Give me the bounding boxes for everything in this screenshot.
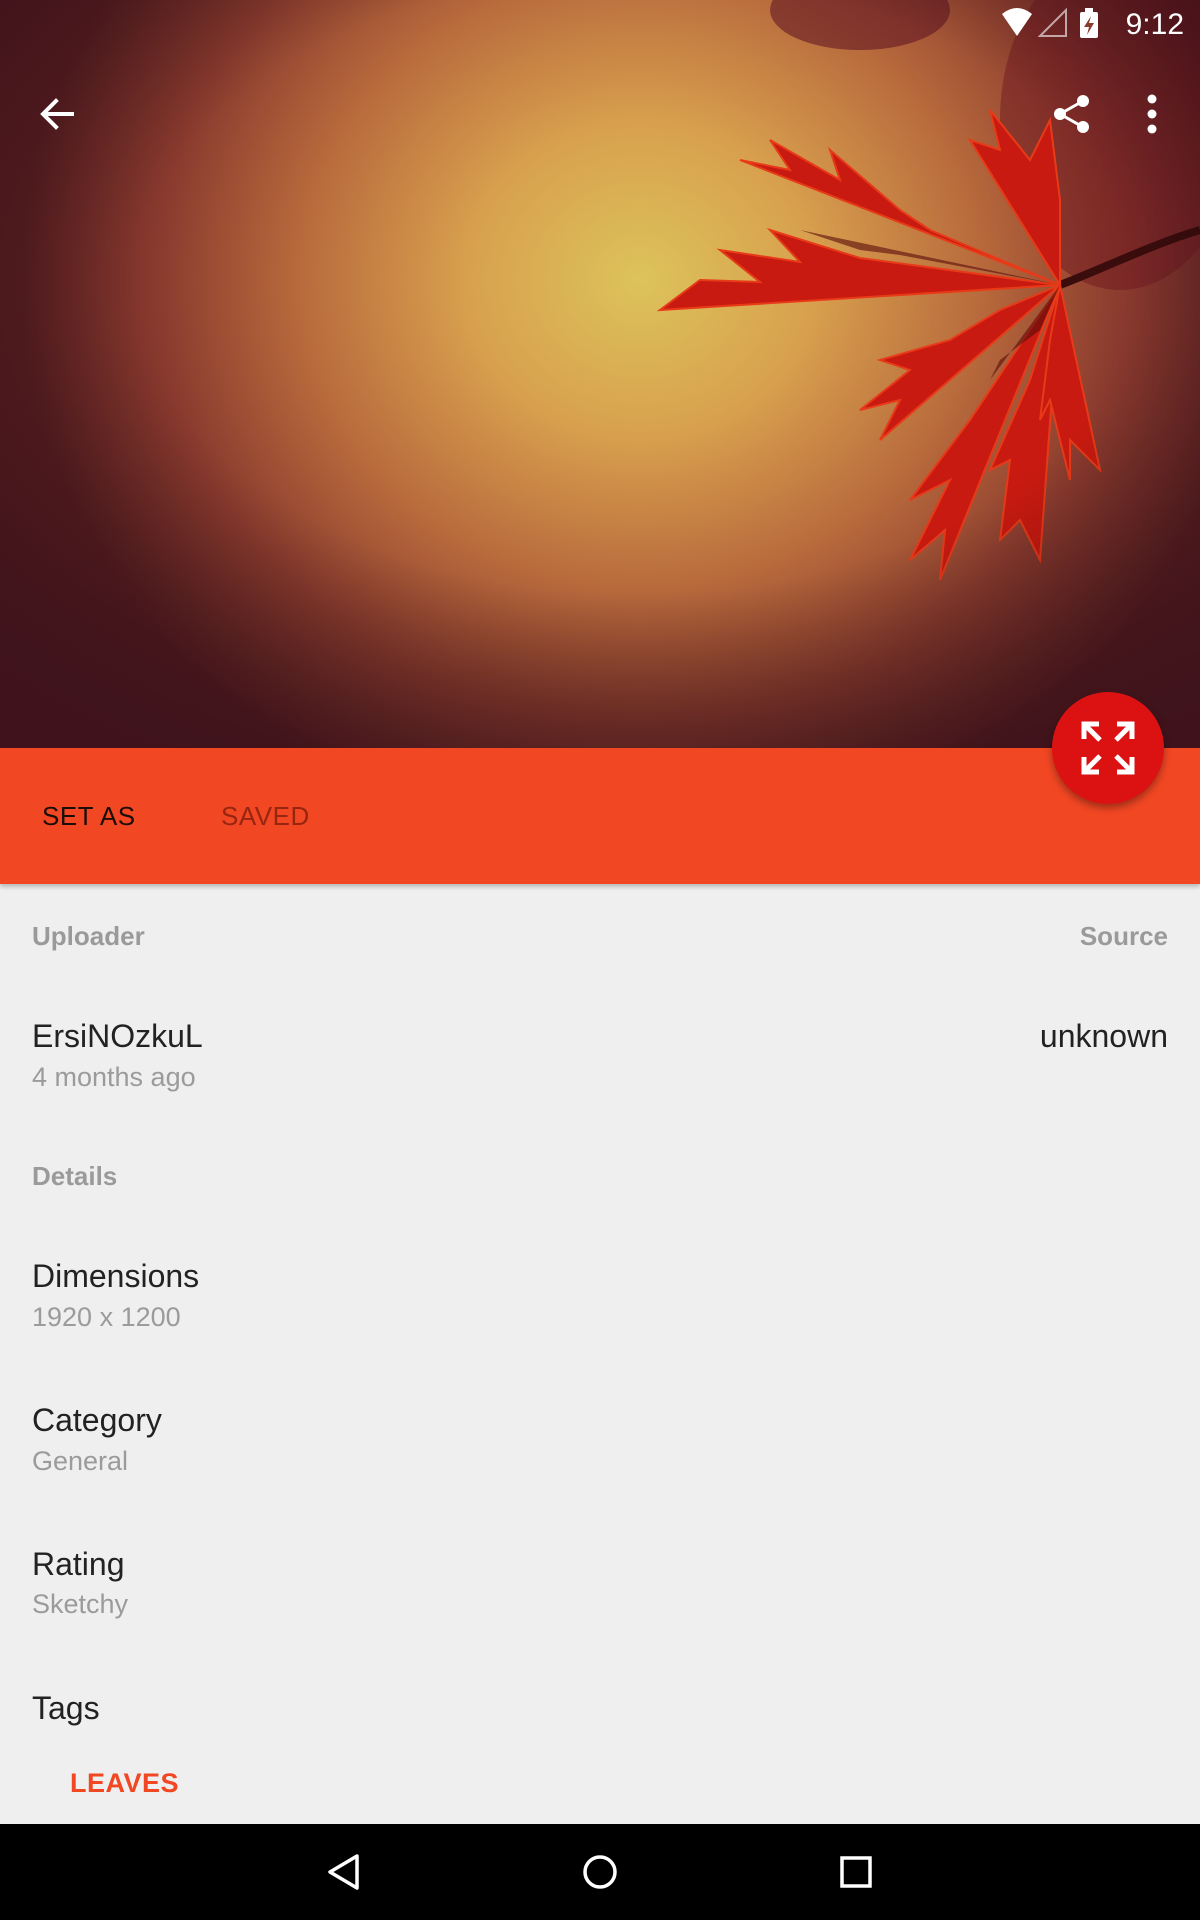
rating-value: Sketchy — [32, 1589, 129, 1619]
more-vert-icon — [1147, 94, 1157, 134]
more-options-button[interactable] — [1104, 66, 1200, 162]
upload-time: 4 months ago — [32, 1062, 196, 1092]
status-icons — [1002, 7, 1098, 38]
status-bar: 9:12 — [0, 0, 1200, 48]
tab-set-as[interactable]: SET AS — [42, 748, 136, 884]
share-icon — [1054, 95, 1089, 133]
tab-saved[interactable]: SAVED — [221, 748, 310, 884]
rating-label: Rating — [32, 1546, 125, 1582]
nav-recents-button[interactable] — [796, 1824, 916, 1920]
wifi-icon — [1002, 8, 1032, 36]
source-value[interactable]: unknown — [1040, 1018, 1168, 1055]
nav-home-button[interactable] — [540, 1824, 660, 1920]
tag-leaves[interactable]: LEAVES — [70, 1768, 179, 1799]
fullscreen-button[interactable] — [1052, 692, 1164, 804]
nav-home-icon — [583, 1855, 617, 1889]
arrow-back-icon — [40, 98, 74, 130]
fullscreen-expand-icon — [1081, 721, 1135, 775]
nav-back-button[interactable] — [284, 1824, 404, 1920]
dimensions-label: Dimensions — [32, 1258, 200, 1294]
cell-signal-icon — [1037, 7, 1067, 37]
tab-bar: SET AS SAVED — [0, 748, 1200, 884]
nav-back-icon — [328, 1854, 359, 1890]
wallpaper-image[interactable]: 9:12 — [0, 0, 1200, 748]
nav-recents-icon — [840, 1856, 872, 1888]
battery-charging-icon — [1080, 8, 1098, 38]
status-time: 9:12 — [1125, 8, 1184, 41]
navigation-bar — [0, 1824, 1200, 1920]
red-leaf-artwork — [0, 0, 1200, 748]
details-header: Details — [32, 1161, 118, 1191]
dimensions-value: 1920 x 1200 — [32, 1302, 181, 1332]
tags-label: Tags — [32, 1690, 100, 1726]
source-header: Source — [1079, 921, 1168, 951]
uploader-name[interactable]: ErsiNOzkuL — [32, 1018, 203, 1055]
uploader-header: Uploader — [32, 921, 145, 951]
category-value: General — [32, 1446, 129, 1476]
category-label: Category — [32, 1402, 162, 1438]
back-button[interactable] — [8, 66, 104, 162]
